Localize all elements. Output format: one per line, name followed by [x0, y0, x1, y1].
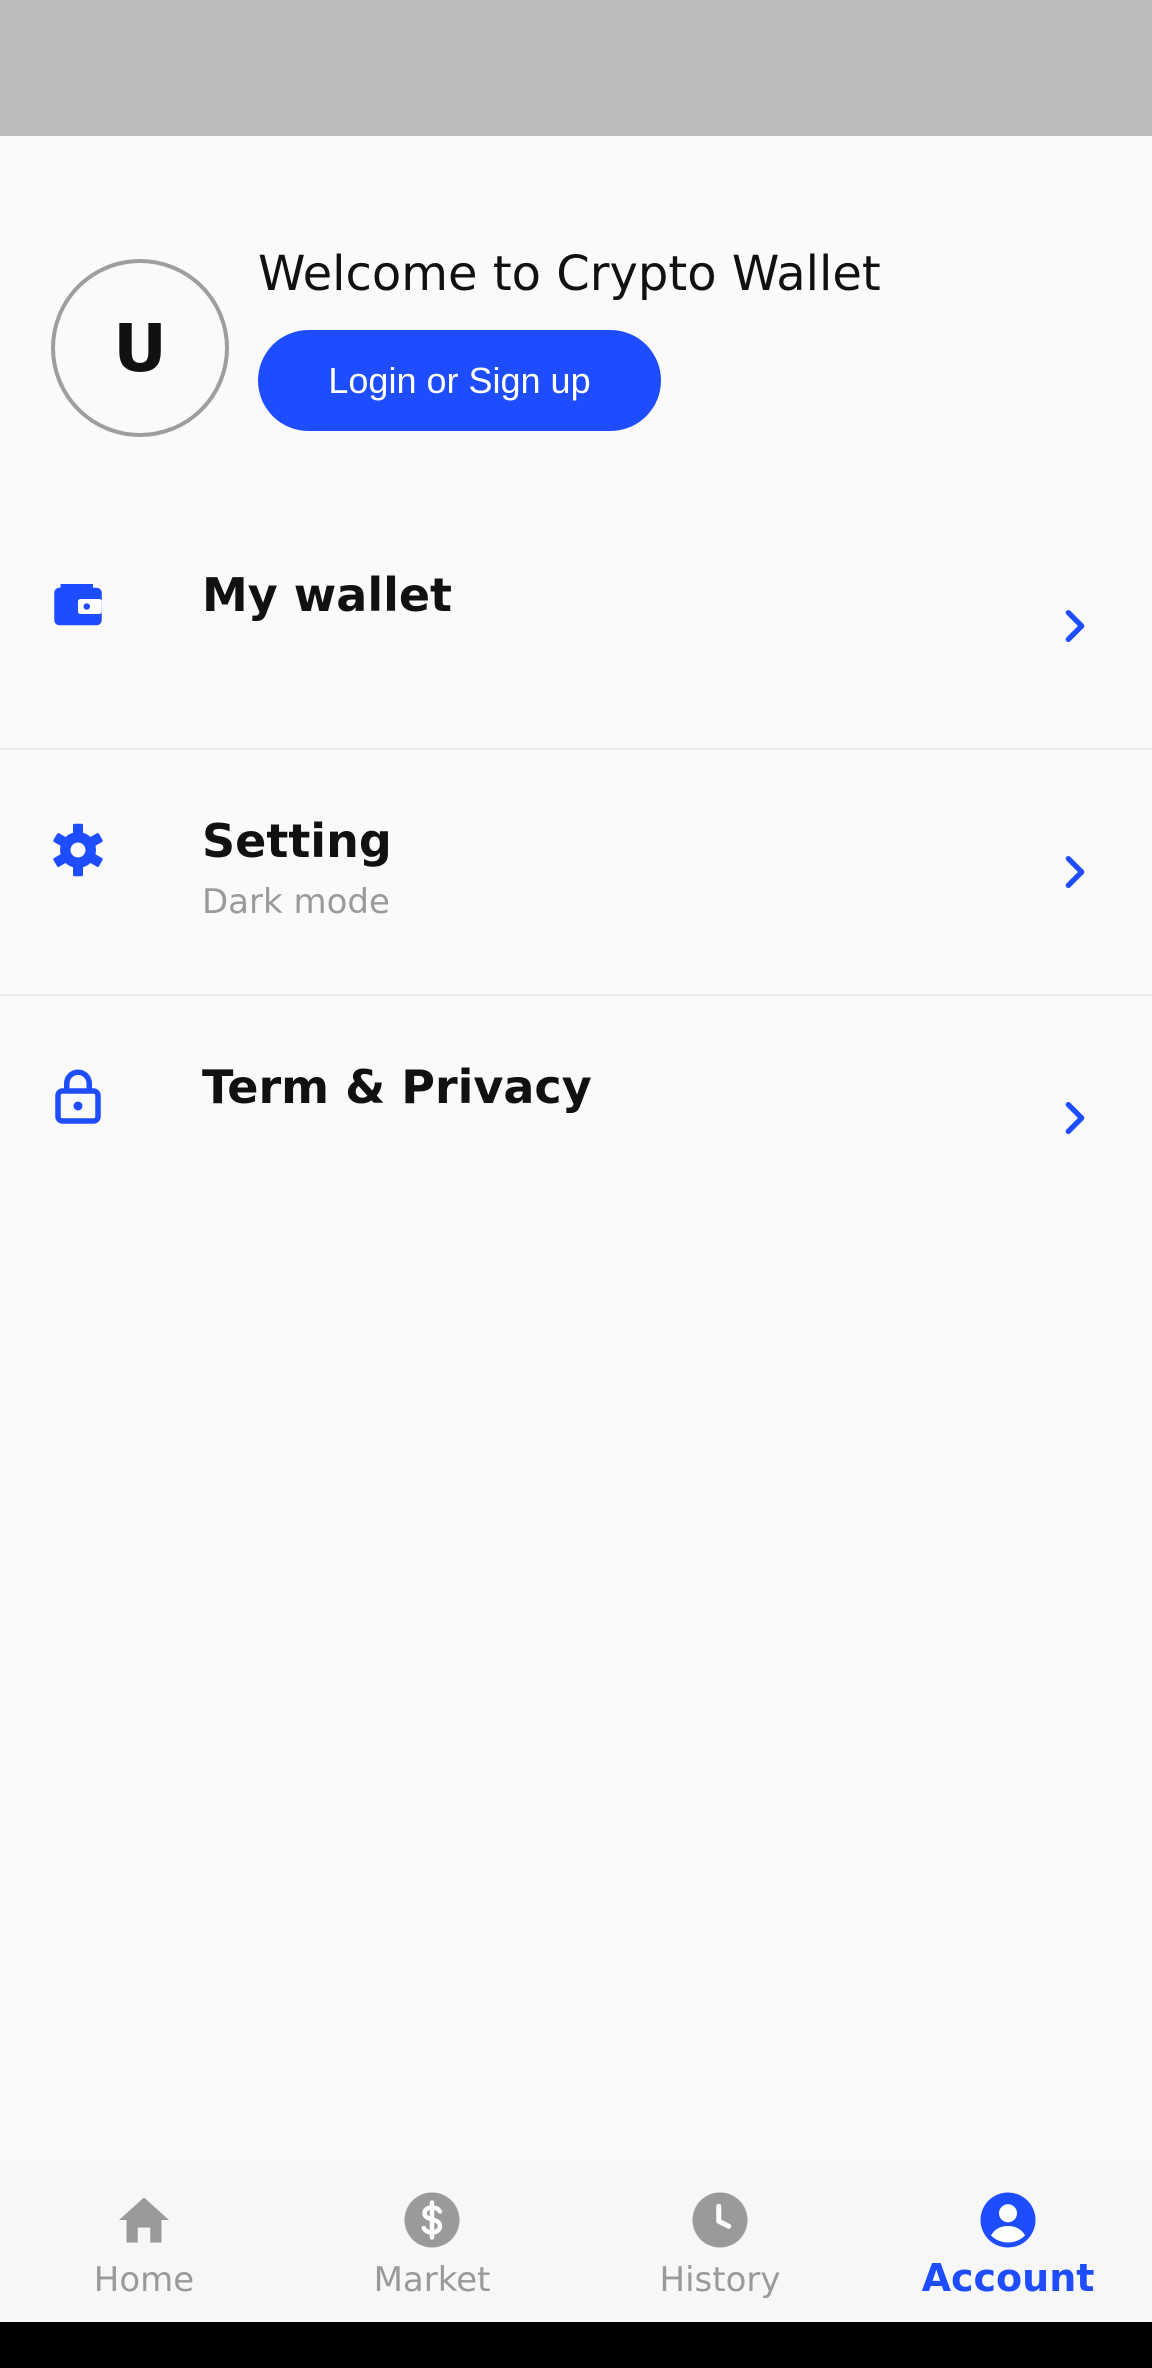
menu-item-term-privacy[interactable]: Term & Privacy [0, 996, 1152, 1242]
gear-icon [53, 823, 103, 877]
login-signup-button[interactable]: Login or Sign up [258, 330, 661, 431]
menu-item-my-wallet[interactable]: My wallet [0, 504, 1152, 750]
avatar-initial: U [113, 309, 167, 387]
chevron-right-icon [1065, 856, 1085, 888]
nav-item-market[interactable]: Market [288, 2160, 576, 2322]
dollar-icon [404, 2192, 460, 2248]
avatar[interactable]: U [51, 259, 229, 437]
nav-label: Account [921, 2256, 1095, 2300]
menu-item-label: My wallet [202, 568, 453, 622]
menu-item-label: Setting [202, 814, 392, 868]
login-signup-label: Login or Sign up [328, 359, 591, 401]
nav-label: History [659, 2260, 781, 2300]
wallet-icon [54, 584, 102, 626]
clock-icon [692, 2192, 748, 2248]
nav-item-history[interactable]: History [576, 2160, 864, 2322]
profile-header: U Welcome to Crypto Wallet Login or Sign… [0, 136, 1152, 466]
status-bar [0, 0, 1152, 136]
chevron-right-icon [1065, 610, 1085, 642]
welcome-title: Welcome to Crypto Wallet [258, 246, 881, 302]
bottom-navigation: Home Market History Account [0, 2160, 1152, 2322]
system-navigation-bar [0, 2322, 1152, 2368]
nav-label: Home [93, 2260, 195, 2300]
menu-item-subtitle: Dark mode [202, 882, 390, 922]
account-icon [980, 2192, 1036, 2248]
nav-label: Market [373, 2260, 491, 2300]
nav-item-home[interactable]: Home [0, 2160, 288, 2322]
lock-icon [55, 1069, 101, 1124]
nav-item-account[interactable]: Account [864, 2160, 1152, 2322]
chevron-right-icon [1065, 1102, 1085, 1134]
menu-item-label: Term & Privacy [202, 1060, 592, 1114]
home-icon [119, 2197, 169, 2243]
menu-item-setting[interactable]: Setting Dark mode [0, 750, 1152, 996]
